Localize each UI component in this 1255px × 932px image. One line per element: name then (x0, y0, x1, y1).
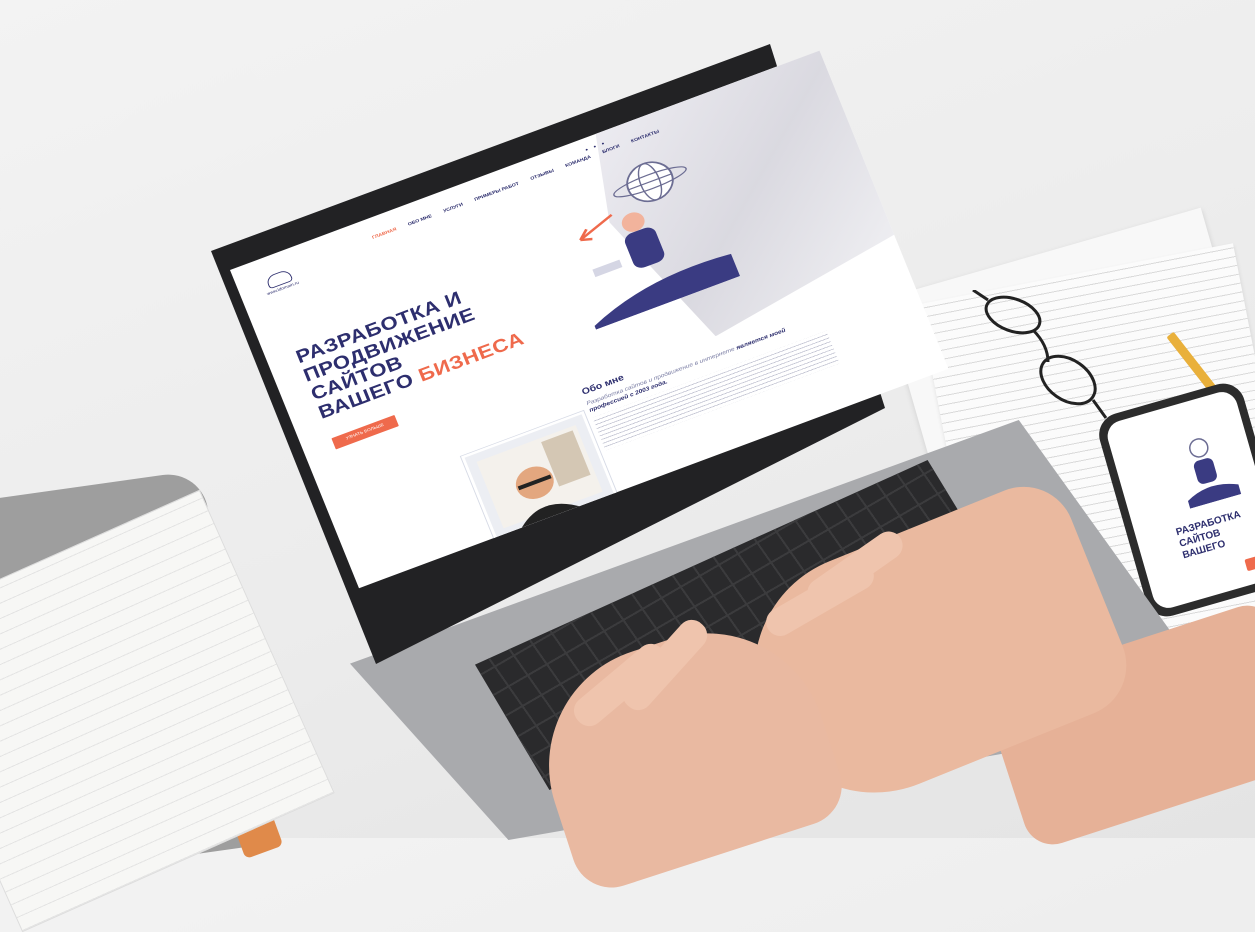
facebook-icon[interactable]: ● (593, 144, 598, 149)
eyeglasses-icon (972, 290, 1108, 419)
hero-title: РАЗРАБОТКА И ПРОДВИЖЕНИЕ САЙТОВ ВАШЕГО Б… (292, 286, 527, 423)
nav-item-home[interactable]: ГЛАВНАЯ (372, 227, 398, 240)
globe-icon (613, 161, 687, 203)
nav-item-team[interactable]: КОМАНДА (565, 155, 592, 169)
person-illustration-icon (1187, 438, 1242, 509)
nav-item-about[interactable]: ОБО МНЕ (407, 214, 432, 227)
twitter-icon[interactable]: ● (585, 147, 590, 152)
nav-item-reviews[interactable]: ОТЗЫВЫ (530, 169, 555, 182)
nav-item-services[interactable]: УСЛУГИ (443, 202, 464, 214)
phone-cta-button[interactable] (1244, 550, 1255, 572)
notebook (0, 489, 335, 932)
learn-more-button[interactable]: УЗНАТЬ БОЛЬШЕ (331, 414, 399, 450)
nav-item-portfolio[interactable]: ПРИМЕРЫ РАБОТ (474, 182, 520, 203)
site-logo[interactable]: www.ldomain.ru (259, 266, 302, 297)
